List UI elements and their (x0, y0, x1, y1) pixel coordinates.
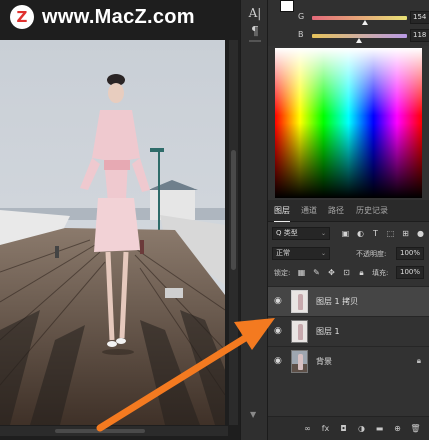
layer-name[interactable]: 图层 1 (316, 326, 340, 337)
lock-position-icon[interactable]: ✥ (326, 267, 337, 278)
watermark: Z www.MacZ.com (10, 4, 195, 30)
layers-panel: 图层 通道 路径 历史记录 Q 类型 ⌄ ▣ ◐ T ⬚ ⊞ ● 正常 ⌄ 不透明度… (268, 200, 429, 440)
chevron-down-icon: ⌄ (320, 230, 326, 237)
blend-opacity-row: 正常 ⌄ 不透明度: 100% (268, 247, 429, 265)
layer-thumbnail (291, 290, 308, 313)
channel-label: B (298, 30, 304, 39)
layer-row-background[interactable]: ◉ 背景 🔒︎ (268, 346, 429, 376)
character-panel-button[interactable]: A| (246, 4, 264, 22)
tab-history[interactable]: 历史记录 (356, 205, 388, 216)
canvas-horizontal-scrollbar[interactable] (0, 426, 228, 436)
panel-grip[interactable] (249, 40, 261, 42)
green-slider-track[interactable] (312, 16, 407, 20)
blue-slider-row: B 118 (288, 29, 429, 45)
photo-image (0, 40, 225, 425)
layer-name[interactable]: 图层 1 拷贝 (316, 296, 358, 307)
group-folder-icon[interactable]: ▬ (374, 423, 385, 434)
paragraph-panel-button[interactable]: ¶ (246, 22, 264, 40)
filter-shape-icon[interactable]: ⬚ (385, 228, 396, 239)
scroll-thumb[interactable] (231, 150, 236, 270)
macz-logo: Z (10, 5, 34, 29)
right-panel-dock: G 154 B 118 图层 通道 路径 历史记录 Q 类型 ⌄ ▣ ◐ T ⬚… (268, 0, 429, 440)
tab-paths[interactable]: 路径 (328, 205, 344, 216)
layer-thumbnail (291, 320, 308, 343)
layer-thumbnail (291, 350, 308, 373)
fx-icon[interactable]: fx (320, 423, 331, 434)
layer-filter-row: Q 类型 ⌄ ▣ ◐ T ⬚ ⊞ ● (268, 227, 429, 245)
layers-panel-footer: ∞ fx ◘ ◑ ▬ ⊕ 🗑︎ (268, 416, 429, 440)
panel-tool-strip: A| ¶ ▼ (240, 0, 268, 440)
green-slider-knob[interactable] (362, 20, 368, 25)
canvas-vertical-scrollbar[interactable] (229, 40, 238, 425)
filter-adjustment-icon[interactable]: ◐ (355, 228, 366, 239)
new-layer-icon[interactable]: ⊕ (392, 423, 403, 434)
lock-artboard-icon[interactable]: ⊡ (341, 267, 352, 278)
opacity-label: 不透明度: (356, 250, 387, 258)
filter-toggle-icon[interactable]: ● (415, 228, 426, 239)
channel-label: G (298, 12, 305, 21)
layer-row-layer1[interactable]: ◉ 图层 1 (268, 316, 429, 346)
lock-pixels-icon[interactable]: ✎ (311, 267, 322, 278)
filter-pixel-icon[interactable]: ▣ (340, 228, 351, 239)
visibility-eye-icon[interactable]: ◉ (274, 296, 282, 306)
green-value-field[interactable]: 154 (410, 11, 429, 24)
collapse-chevron-icon[interactable]: ▼ (250, 410, 256, 419)
filter-smart-object-icon[interactable]: ⊞ (400, 228, 411, 239)
layer-lock-icon[interactable]: 🔒︎ (417, 356, 421, 366)
canvas-photo[interactable] (0, 40, 225, 425)
adjustment-icon[interactable]: ◑ (356, 423, 367, 434)
lock-label: 锁定: (274, 269, 291, 277)
filter-type-icon[interactable]: T (370, 228, 381, 239)
chevron-down-icon: ⌄ (320, 250, 326, 257)
scroll-thumb[interactable] (55, 429, 145, 433)
lock-transparency-icon[interactable]: ▦ (296, 267, 307, 278)
mask-icon[interactable]: ◘ (338, 423, 349, 434)
lock-fill-row: 锁定: ▦ ✎ ✥ ⊡ 🔒︎ 填充: 100% (268, 266, 429, 284)
color-panel: G 154 B 118 (268, 0, 429, 46)
color-spectrum[interactable] (275, 48, 422, 198)
fill-field[interactable]: 100% (396, 266, 424, 279)
blue-slider-knob[interactable] (356, 38, 362, 43)
tab-layers[interactable]: 图层 (274, 205, 290, 222)
layer-name[interactable]: 背景 (316, 356, 332, 367)
blend-mode-select[interactable]: 正常 ⌄ (272, 247, 330, 260)
link-icon[interactable]: ∞ (302, 423, 313, 434)
layer-row-copy[interactable]: ◉ 图层 1 拷贝 (268, 286, 429, 316)
document-canvas[interactable]: Z www.MacZ.com (0, 0, 240, 440)
lock-all-icon[interactable]: 🔒︎ (356, 267, 367, 278)
fill-label: 填充: (372, 269, 389, 277)
layer-filter-select[interactable]: Q 类型 ⌄ (272, 227, 330, 240)
visibility-eye-icon[interactable]: ◉ (274, 326, 282, 336)
tab-channels[interactable]: 通道 (301, 205, 317, 216)
green-slider-row: G 154 (288, 11, 429, 27)
watermark-text: www.MacZ.com (42, 5, 195, 28)
layers-panel-tabs: 图层 通道 路径 历史记录 (268, 200, 429, 222)
visibility-eye-icon[interactable]: ◉ (274, 356, 282, 366)
blue-value-field[interactable]: 118 (410, 29, 429, 42)
opacity-field[interactable]: 100% (396, 247, 424, 260)
trash-icon[interactable]: 🗑︎ (410, 423, 421, 434)
